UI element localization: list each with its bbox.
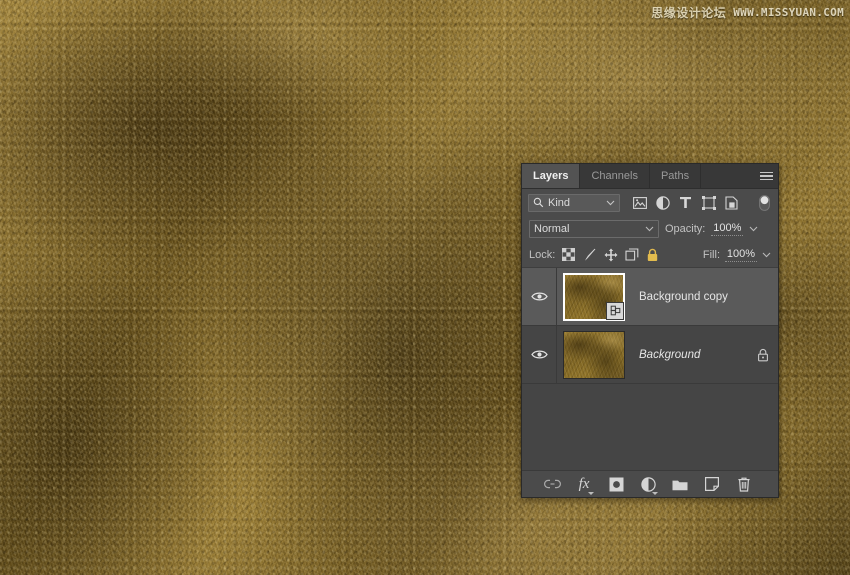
tab-layers[interactable]: Layers [522, 164, 580, 188]
filter-enable-toggle[interactable] [758, 193, 770, 213]
lock-position-button[interactable] [603, 247, 618, 263]
table-row[interactable]: Background copy [522, 268, 778, 326]
fx-icon: fx [579, 477, 590, 492]
chevron-down-icon [606, 200, 615, 206]
eye-icon [531, 291, 548, 302]
lock-image-pixels-button[interactable] [582, 247, 597, 263]
new-layer-icon [705, 477, 719, 491]
shape-frame-icon [702, 196, 716, 210]
layer-name[interactable]: Background copy [625, 291, 748, 303]
lock-label: Lock: [529, 249, 555, 261]
layer-list[interactable]: Background copy Background [522, 268, 778, 470]
blend-opacity-row: Normal Opacity: 100% [522, 216, 778, 242]
lock-row: Lock: [522, 242, 778, 268]
layer-thumbnail-image [564, 332, 624, 378]
adjustment-dropdown-caret-icon [652, 492, 658, 495]
padlock-icon [646, 248, 659, 262]
filter-type-icons [628, 193, 743, 213]
eye-icon [531, 349, 548, 360]
layer-thumbnail[interactable] [563, 331, 625, 379]
type-t-icon [679, 196, 692, 209]
hamburger-menu-icon [760, 170, 773, 183]
adjustment-half-circle-icon [641, 477, 656, 492]
filter-adjustment-layers-button[interactable] [651, 193, 674, 213]
layers-panel-footer: fx [522, 470, 778, 497]
lock-artboard-nesting-button[interactable] [624, 247, 639, 263]
watermark: 思缘设计论坛 WWW.MISSYUAN.COM [651, 4, 844, 21]
new-adjustment-layer-button[interactable] [639, 474, 657, 494]
add-layer-mask-button[interactable] [607, 474, 625, 494]
fx-dropdown-caret-icon [588, 492, 594, 495]
table-row[interactable]: Background [522, 326, 778, 384]
layer-style-button[interactable]: fx [575, 474, 593, 494]
filter-shape-layers-button[interactable] [697, 193, 720, 213]
delete-layer-button[interactable] [735, 474, 753, 494]
link-layers-button[interactable] [543, 474, 561, 494]
watermark-site-url: WWW.MISSYUAN.COM [733, 6, 844, 19]
filter-kind-label: Kind [548, 197, 602, 209]
opacity-chevron-down-icon[interactable] [749, 226, 758, 232]
brush-icon [583, 248, 597, 262]
layer-visibility-toggle[interactable] [522, 268, 557, 325]
smart-object-icon [725, 196, 738, 210]
layer-visibility-toggle[interactable] [522, 326, 557, 383]
layer-thumbnail[interactable] [563, 273, 625, 321]
blend-mode-select[interactable]: Normal [529, 220, 659, 238]
folder-icon [672, 478, 688, 491]
adjustment-half-circle-icon [656, 196, 670, 210]
search-icon [533, 197, 544, 208]
mask-icon [609, 477, 624, 492]
fill-label: Fill: [703, 249, 720, 261]
layer-name[interactable]: Background [625, 349, 748, 361]
blend-mode-value: Normal [534, 223, 645, 235]
smart-object-badge-icon [606, 302, 624, 320]
new-layer-button[interactable] [703, 474, 721, 494]
artboard-icon [625, 248, 639, 262]
layers-panel[interactable]: Layers Channels Paths [521, 163, 779, 498]
link-icon [544, 479, 561, 489]
filter-kind-select[interactable]: Kind [528, 194, 620, 212]
fill-chevron-down-icon[interactable] [762, 252, 771, 258]
move-arrows-icon [604, 248, 618, 262]
tab-layers-label: Layers [533, 170, 568, 182]
opacity-value[interactable]: 100% [711, 222, 743, 236]
tab-channels-label: Channels [591, 170, 637, 182]
fill-value[interactable]: 100% [725, 248, 757, 262]
fill-group: Fill: 100% [703, 248, 771, 262]
opacity-label: Opacity: [665, 223, 705, 235]
filter-pixel-layers-button[interactable] [628, 193, 651, 213]
tab-paths[interactable]: Paths [650, 164, 701, 188]
layer-filter-row: Kind [522, 189, 778, 216]
layer-lock-indicator[interactable] [748, 348, 778, 362]
watermark-site-name-cn: 思缘设计论坛 [651, 4, 726, 21]
panel-menu-button[interactable] [754, 164, 778, 188]
lock-transparent-pixels-button[interactable] [561, 247, 576, 263]
image-icon [633, 197, 647, 209]
screenshot-stage: 思缘设计论坛 WWW.MISSYUAN.COM Layers Channels … [0, 0, 850, 575]
filter-type-layers-button[interactable] [674, 193, 697, 213]
trash-icon [737, 477, 751, 492]
tab-paths-label: Paths [661, 170, 689, 182]
lock-buttons [561, 247, 660, 263]
new-group-button[interactable] [671, 474, 689, 494]
filter-smart-objects-button[interactable] [720, 193, 743, 213]
chevron-down-icon [645, 226, 654, 232]
panel-tab-strip: Layers Channels Paths [522, 164, 778, 189]
checkerboard-icon [562, 248, 575, 261]
tab-channels[interactable]: Channels [580, 164, 649, 188]
lock-all-button[interactable] [645, 247, 660, 263]
padlock-icon [757, 348, 769, 362]
